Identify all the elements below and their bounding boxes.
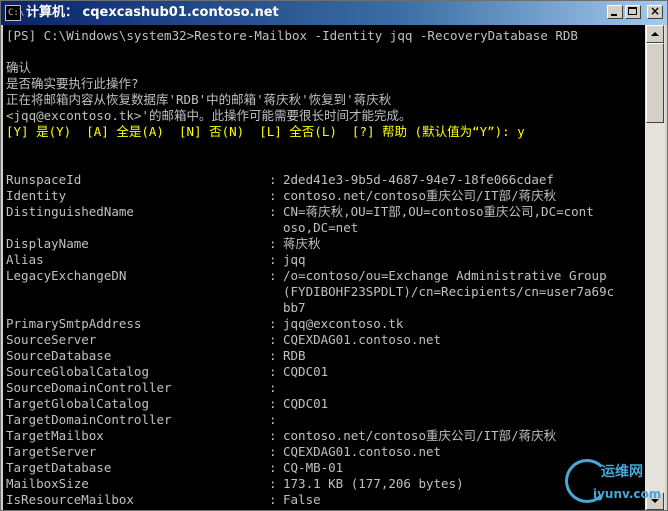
- property-separator: :: [269, 492, 277, 507]
- console-app-icon[interactable]: C:\: [5, 5, 25, 21]
- vertical-scrollbar[interactable]: [645, 25, 665, 510]
- property-separator: :: [269, 364, 277, 379]
- maximize-icon: [628, 7, 637, 15]
- property-separator: :: [269, 268, 277, 283]
- property-name: PrimarySmtpAddress: [6, 316, 142, 331]
- property-separator: :: [269, 396, 277, 411]
- property-name: TargetDatabase: [6, 460, 112, 475]
- property-name: TargetMailbox: [6, 428, 104, 443]
- close-icon: ×: [649, 4, 661, 18]
- property-separator: :: [269, 380, 277, 395]
- command-line: [PS] C:\Windows\system32>Restore-Mailbox…: [6, 28, 578, 43]
- console-window: C:\ 计算机： cqexcashub01.contoso.net × [PS]…: [0, 0, 668, 511]
- minimize-button[interactable]: [607, 5, 623, 19]
- property-name: TargetGlobalCatalog: [6, 396, 149, 411]
- console-icon-glyph: C:\: [8, 8, 25, 18]
- property-value: jqq: [283, 252, 306, 267]
- property-separator: :: [269, 188, 277, 203]
- property-separator: :: [269, 444, 277, 459]
- scroll-thumb[interactable]: [646, 43, 664, 123]
- confirm-title: 确认: [6, 60, 32, 75]
- window-title: 计算机： cqexcashub01.contoso.net: [26, 5, 279, 20]
- property-name: RunspaceId: [6, 172, 82, 187]
- property-separator: :: [269, 172, 277, 187]
- property-name: LegacyExchangeDN: [6, 268, 127, 283]
- property-value: /o=contoso/ou=Exchange Administrative Gr…: [283, 268, 615, 315]
- property-name: SourceDatabase: [6, 348, 112, 363]
- property-value: 蒋庆秋: [283, 236, 321, 251]
- property-value: CQDC01: [283, 396, 329, 411]
- maximize-button[interactable]: [625, 5, 641, 19]
- property-separator: :: [269, 348, 277, 363]
- property-separator: :: [269, 460, 277, 475]
- property-value: CN=蒋庆秋,OU=IT部,OU=contoso重庆公司,DC=cont oso…: [283, 204, 594, 235]
- property-name: SourceGlobalCatalog: [6, 364, 149, 379]
- property-separator: :: [269, 428, 277, 443]
- property-value: contoso.net/contoso重庆公司/IT部/蒋庆秋: [283, 428, 557, 443]
- watermark-line2: iyunv.com: [593, 487, 662, 501]
- scroll-up-button[interactable]: [646, 25, 664, 43]
- property-name: IsResourceMailbox: [6, 492, 134, 507]
- property-value: RDB: [283, 348, 306, 363]
- title-bar[interactable]: C:\ 计算机： cqexcashub01.contoso.net ×: [1, 1, 667, 25]
- property-separator: :: [269, 412, 277, 427]
- confirm-question: 是否确实要执行此操作?: [6, 76, 139, 91]
- property-value: CQEXDAG01.contoso.net: [283, 332, 442, 347]
- property-separator: :: [269, 204, 277, 219]
- site-watermark: 运维网 iyunv.com: [563, 457, 667, 509]
- property-name: TargetServer: [6, 444, 97, 459]
- arrow-up-icon: [651, 32, 659, 36]
- property-name: DisplayName: [6, 236, 89, 251]
- property-separator: :: [269, 476, 277, 491]
- property-name: Alias: [6, 252, 44, 267]
- property-value: jqq@excontoso.tk: [283, 316, 404, 331]
- property-name: DistinguishedName: [6, 204, 134, 219]
- property-name: MailboxSize: [6, 476, 89, 491]
- confirm-message-line1: 正在将邮箱内容从恢复数据库'RDB'中的邮箱'蒋庆秋'恢复到'蒋庆秋: [6, 92, 392, 107]
- property-separator: :: [269, 316, 277, 331]
- close-button[interactable]: ×: [647, 4, 663, 19]
- minimize-icon: [611, 14, 617, 16]
- property-value: contoso.net/contoso重庆公司/IT部/蒋庆秋: [283, 188, 557, 203]
- property-name: SourceServer: [6, 332, 97, 347]
- property-name: Identity: [6, 188, 67, 203]
- property-separator: :: [269, 252, 277, 267]
- confirm-choices: [Y] 是(Y) [A] 全是(A) [N] 否(N) [L] 全否(L) [?…: [6, 124, 525, 139]
- property-value: 2ded41e3-9b5d-4687-94e7-18fe066cdaef: [283, 172, 554, 187]
- property-name: SourceDomainController: [6, 380, 172, 395]
- property-separator: :: [269, 332, 277, 347]
- watermark-line1: 运维网: [601, 464, 643, 480]
- property-separator: :: [269, 236, 277, 251]
- property-name: TargetDomainController: [6, 412, 172, 427]
- console-output[interactable]: [PS] C:\Windows\system32>Restore-Mailbox…: [3, 25, 645, 510]
- property-value: CQDC01: [283, 364, 329, 379]
- confirm-message-line2: <jqq@excontoso.tk>'的邮箱中。此操作可能需要很长时间才能完成。: [6, 108, 412, 123]
